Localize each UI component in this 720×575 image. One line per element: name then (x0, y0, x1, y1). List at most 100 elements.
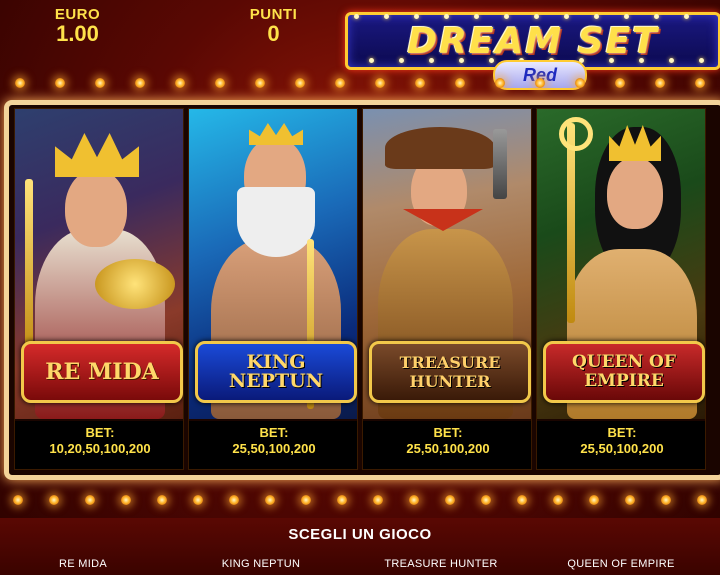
bandana-icon (403, 209, 483, 231)
points-value: 0 (267, 21, 280, 46)
light-bulb-icon (95, 78, 105, 88)
light-bulb-icon (661, 495, 671, 505)
light-bulb-icon (615, 78, 625, 88)
queen-face (607, 157, 663, 229)
game-card-treasure-hunter[interactable]: TREASURE HUNTER BET: 25,50,100,200 (362, 108, 532, 470)
sign-bulb-icon (654, 14, 659, 19)
cowboy-hat-icon (385, 127, 495, 169)
sign-bulb-icon (444, 14, 449, 19)
sign-bulb-icon (639, 58, 644, 63)
light-bulb-icon (373, 495, 383, 505)
game-name-list: RE MIDA KING NEPTUN TREASURE HUNTER QUEE… (0, 558, 720, 574)
light-bulb-icon (49, 495, 59, 505)
game-link-queen-of-empire[interactable]: QUEEN OF EMPIRE (546, 558, 696, 570)
light-bulb-icon (337, 495, 347, 505)
beard-icon (237, 187, 315, 257)
marquee-lights-top (0, 73, 720, 93)
light-bulb-icon (85, 495, 95, 505)
light-bulb-icon (625, 495, 635, 505)
sign-bulb-icon (669, 58, 674, 63)
light-bulb-icon (575, 78, 585, 88)
bet-values: 25,50,100,200 (232, 441, 316, 456)
game-logo-king-neptun: KING NEPTUN (195, 341, 357, 403)
light-bulb-icon (157, 495, 167, 505)
light-bulb-icon (695, 78, 705, 88)
game-logo-queen-of-empire: QUEEN OF EMPIRE (543, 341, 705, 403)
bet-label: BET: (259, 425, 289, 440)
light-bulb-icon (193, 495, 203, 505)
bet-info: BET: 25,50,100,200 (363, 421, 531, 469)
sign-bulb-icon (459, 58, 464, 63)
light-bulb-icon (255, 78, 265, 88)
light-bulb-icon (535, 78, 545, 88)
marquee-lights-bottom (0, 490, 720, 510)
game-card-queen-of-empire[interactable]: QUEEN OF EMPIRE BET: 25,50,100,200 (536, 108, 706, 470)
bet-values: 25,50,100,200 (406, 441, 490, 456)
light-bulb-icon (445, 495, 455, 505)
game-link-king-neptun[interactable]: KING NEPTUN (186, 558, 336, 570)
light-bulb-icon (135, 78, 145, 88)
bet-label: BET: (433, 425, 463, 440)
light-bulb-icon (455, 78, 465, 88)
bet-info: BET: 25,50,100,200 (189, 421, 357, 469)
light-bulb-icon (415, 78, 425, 88)
points-display: PUNTI 0 (236, 6, 311, 47)
game-cards: RE MIDA BET: 10,20,50,100,200 KING NEPTU… (14, 108, 706, 470)
credit-display: EURO 1.00 (40, 6, 115, 47)
sign-bulb-icon (504, 14, 509, 19)
bet-values: 10,20,50,100,200 (49, 441, 151, 456)
crown-icon (55, 133, 139, 177)
sign-bulb-icon (474, 14, 479, 19)
sign-bulb-icon (594, 14, 599, 19)
king-face (65, 169, 127, 247)
light-bulb-icon (15, 78, 25, 88)
light-bulb-icon (229, 495, 239, 505)
ankh-staff-icon (567, 123, 575, 323)
credit-value: 1.00 (56, 21, 99, 46)
choose-game-prompt: SCEGLI UN GIOCO (288, 526, 432, 543)
light-bulb-icon (517, 495, 527, 505)
bet-info: BET: 25,50,100,200 (537, 421, 705, 469)
light-bulb-icon (55, 78, 65, 88)
game-logo-treasure-hunter: TREASURE HUNTER (369, 341, 531, 403)
game-link-treasure-hunter[interactable]: TREASURE HUNTER (366, 558, 516, 570)
light-bulb-icon (295, 78, 305, 88)
light-bulb-icon (121, 495, 131, 505)
light-bulb-icon (495, 78, 505, 88)
bet-values: 25,50,100,200 (580, 441, 664, 456)
light-bulb-icon (215, 78, 225, 88)
scepter-icon (25, 179, 33, 359)
game-card-re-mida[interactable]: RE MIDA BET: 10,20,50,100,200 (14, 108, 184, 470)
light-bulb-icon (553, 495, 563, 505)
light-bulb-icon (175, 78, 185, 88)
light-bulb-icon (589, 495, 599, 505)
sign-bulb-icon (429, 58, 434, 63)
light-bulb-icon (697, 495, 707, 505)
sign-bulb-icon (609, 58, 614, 63)
logo-title: DREAM SET (407, 20, 659, 62)
sign-bulb-icon (564, 14, 569, 19)
light-bulb-icon (375, 78, 385, 88)
light-bulb-icon (265, 495, 275, 505)
game-logo-re-mida: RE MIDA (21, 341, 183, 403)
sign-bulb-icon (489, 58, 494, 63)
light-bulb-icon (655, 78, 665, 88)
ankh-loop-icon (559, 117, 593, 151)
crown-icon (249, 123, 303, 145)
sign-bulb-icon (414, 14, 419, 19)
revolver-icon (493, 129, 507, 199)
sign-bulb-icon (384, 14, 389, 19)
sign-bulb-icon (534, 14, 539, 19)
gold-coins-icon (95, 259, 175, 309)
light-bulb-icon (13, 495, 23, 505)
sign-bulb-icon (354, 14, 359, 19)
sign-bulb-icon (699, 58, 704, 63)
light-bulb-icon (481, 495, 491, 505)
bet-info: BET: 10,20,50,100,200 (15, 421, 183, 469)
bet-label: BET: (85, 425, 115, 440)
sign-bulb-icon (624, 14, 629, 19)
game-card-king-neptun[interactable]: KING NEPTUN BET: 25,50,100,200 (188, 108, 358, 470)
sign-bulb-icon (369, 58, 374, 63)
bet-label: BET: (607, 425, 637, 440)
game-link-re-mida[interactable]: RE MIDA (8, 558, 158, 570)
